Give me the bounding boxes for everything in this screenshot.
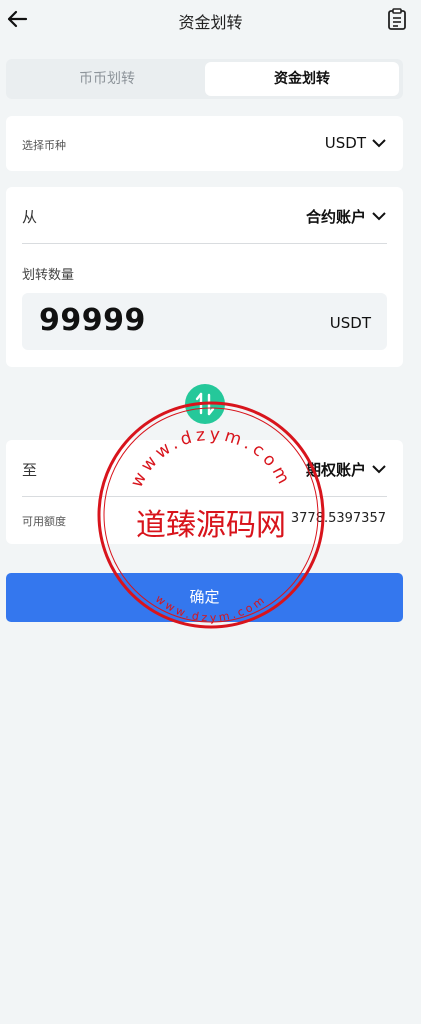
quantity-value: 99999: [39, 303, 146, 338]
divider: [22, 243, 387, 244]
chevron-down-icon: [372, 212, 386, 221]
swap-button[interactable]: [185, 384, 225, 424]
tab-spot-transfer[interactable]: 币币划转: [12, 62, 202, 96]
quantity-label: 划转数量: [22, 268, 75, 283]
from-account-selector[interactable]: 合约账户: [306, 206, 386, 227]
swap-arrows-icon: [195, 392, 215, 416]
to-label: 至: [22, 461, 38, 479]
from-card: 从 合约账户 划转数量 99999 USDT: [6, 187, 403, 367]
confirm-button[interactable]: 确定: [6, 573, 403, 622]
coin-value: USDT: [324, 134, 366, 152]
transfer-type-tabs: 币币划转 资金划转: [6, 59, 403, 99]
coin-label: 选择币种: [22, 139, 66, 152]
quantity-unit: USDT: [329, 314, 371, 332]
clipboard-icon[interactable]: [387, 8, 407, 30]
from-account-value: 合约账户: [305, 208, 366, 226]
chevron-down-icon: [372, 138, 386, 147]
coin-select-card: 选择币种 USDT: [6, 116, 403, 171]
top-bar: 资金划转: [0, 0, 421, 40]
available-label: 可用额度: [22, 515, 66, 528]
coin-selector[interactable]: USDT: [325, 134, 386, 152]
chevron-down-icon: [372, 465, 386, 474]
to-card: 至 期权账户 可用额度 3778.5397357: [6, 440, 403, 544]
quantity-input[interactable]: 99999 USDT: [22, 293, 387, 350]
to-account-value: 期权账户: [305, 461, 366, 479]
page-title: 资金划转: [178, 13, 243, 32]
from-label: 从: [22, 208, 38, 226]
divider: [22, 496, 387, 497]
tab-fund-transfer[interactable]: 资金划转: [205, 62, 399, 96]
to-account-selector[interactable]: 期权账户: [306, 459, 386, 480]
available-value: 3778.5397357: [290, 511, 386, 526]
